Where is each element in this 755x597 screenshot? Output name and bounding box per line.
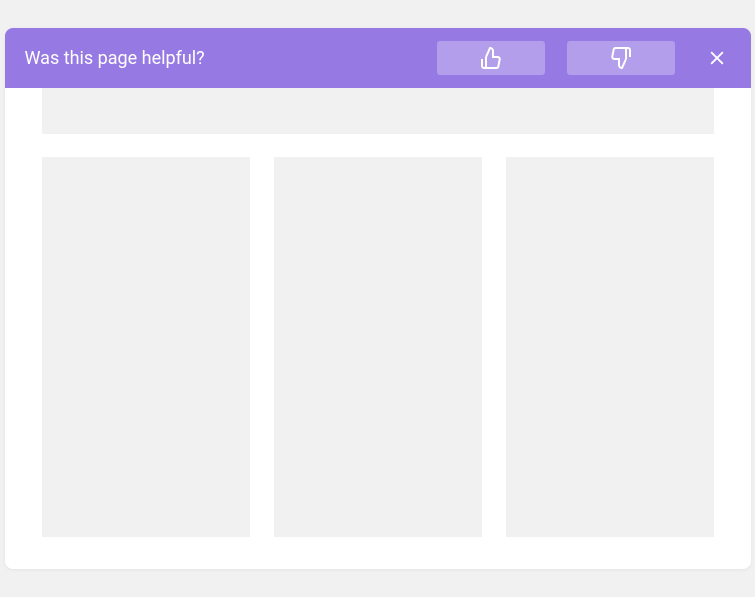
placeholder-banner: [42, 88, 714, 134]
feedback-buttons: [437, 41, 731, 75]
close-button[interactable]: [703, 44, 731, 72]
feedback-bar: Was this page helpful?: [5, 28, 751, 88]
thumbs-down-icon: [609, 46, 633, 70]
close-icon: [707, 48, 727, 68]
placeholder-column: [274, 157, 482, 537]
thumbs-down-button[interactable]: [567, 41, 675, 75]
placeholder-column: [42, 157, 250, 537]
placeholder-columns: [42, 157, 714, 537]
thumbs-up-icon: [479, 46, 503, 70]
thumbs-up-button[interactable]: [437, 41, 545, 75]
content-area: [5, 88, 751, 569]
page-card: Was this page helpful?: [5, 28, 751, 569]
placeholder-column: [506, 157, 714, 537]
feedback-question: Was this page helpful?: [25, 48, 425, 69]
